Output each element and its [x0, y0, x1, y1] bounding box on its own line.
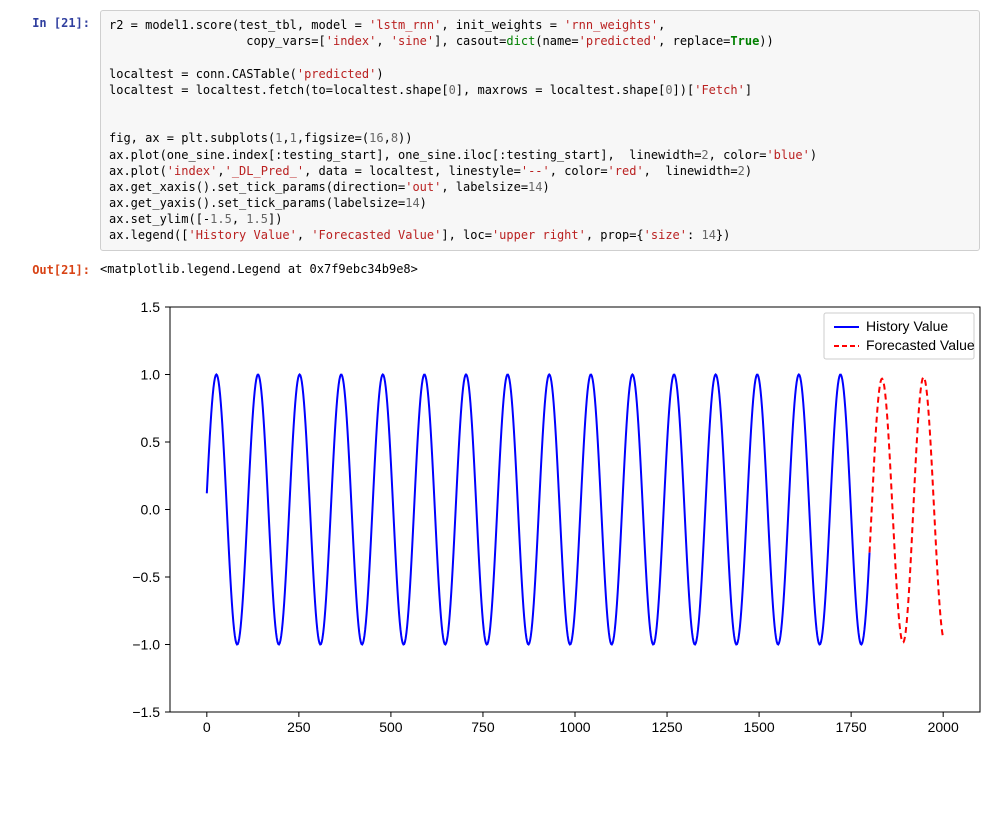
x-tick-label: 2000 [928, 719, 959, 735]
x-tick-label: 250 [287, 719, 311, 735]
y-tick-label: −0.5 [132, 569, 160, 585]
y-tick-label: 0.5 [141, 434, 161, 450]
forecast-line [870, 377, 944, 642]
code-cell[interactable]: r2 = model1.score(test_tbl, model = 'lst… [100, 10, 980, 251]
x-tick-label: 500 [379, 719, 403, 735]
chart-output: −1.5 −1.0 −0.5 0.0 0.5 1.0 1.5 0 250 500 750 1000 12… [100, 287, 980, 757]
x-tick-label: 750 [471, 719, 495, 735]
y-tick-label: 0.0 [141, 501, 161, 517]
y-tick-label: 1.5 [141, 299, 161, 315]
input-cell: In [21]: r2 = model1.score(test_tbl, mod… [20, 10, 980, 251]
x-tick-label: 1000 [559, 719, 590, 735]
y-tick-label: −1.5 [132, 704, 160, 720]
output-text: <matplotlib.legend.Legend at 0x7f9ebc34b… [100, 257, 980, 281]
y-tick-label: 1.0 [141, 366, 161, 382]
in-prompt: In [21]: [20, 10, 100, 30]
out-prompt: Out[21]: [20, 257, 100, 277]
y-tick-label: −1.0 [132, 636, 160, 652]
plot-border [170, 307, 980, 712]
x-tick-label: 1500 [744, 719, 775, 735]
line-chart: −1.5 −1.0 −0.5 0.0 0.5 1.0 1.5 0 250 500 750 1000 12… [100, 287, 1000, 757]
legend-label-history: History Value [866, 318, 948, 334]
x-tick-label: 0 [203, 719, 211, 735]
legend-label-forecast: Forecasted Value [866, 337, 975, 353]
x-tick-label: 1250 [651, 719, 682, 735]
output-cell: Out[21]: <matplotlib.legend.Legend at 0x… [20, 257, 980, 281]
history-line [207, 374, 870, 644]
x-tick-label: 1750 [836, 719, 867, 735]
